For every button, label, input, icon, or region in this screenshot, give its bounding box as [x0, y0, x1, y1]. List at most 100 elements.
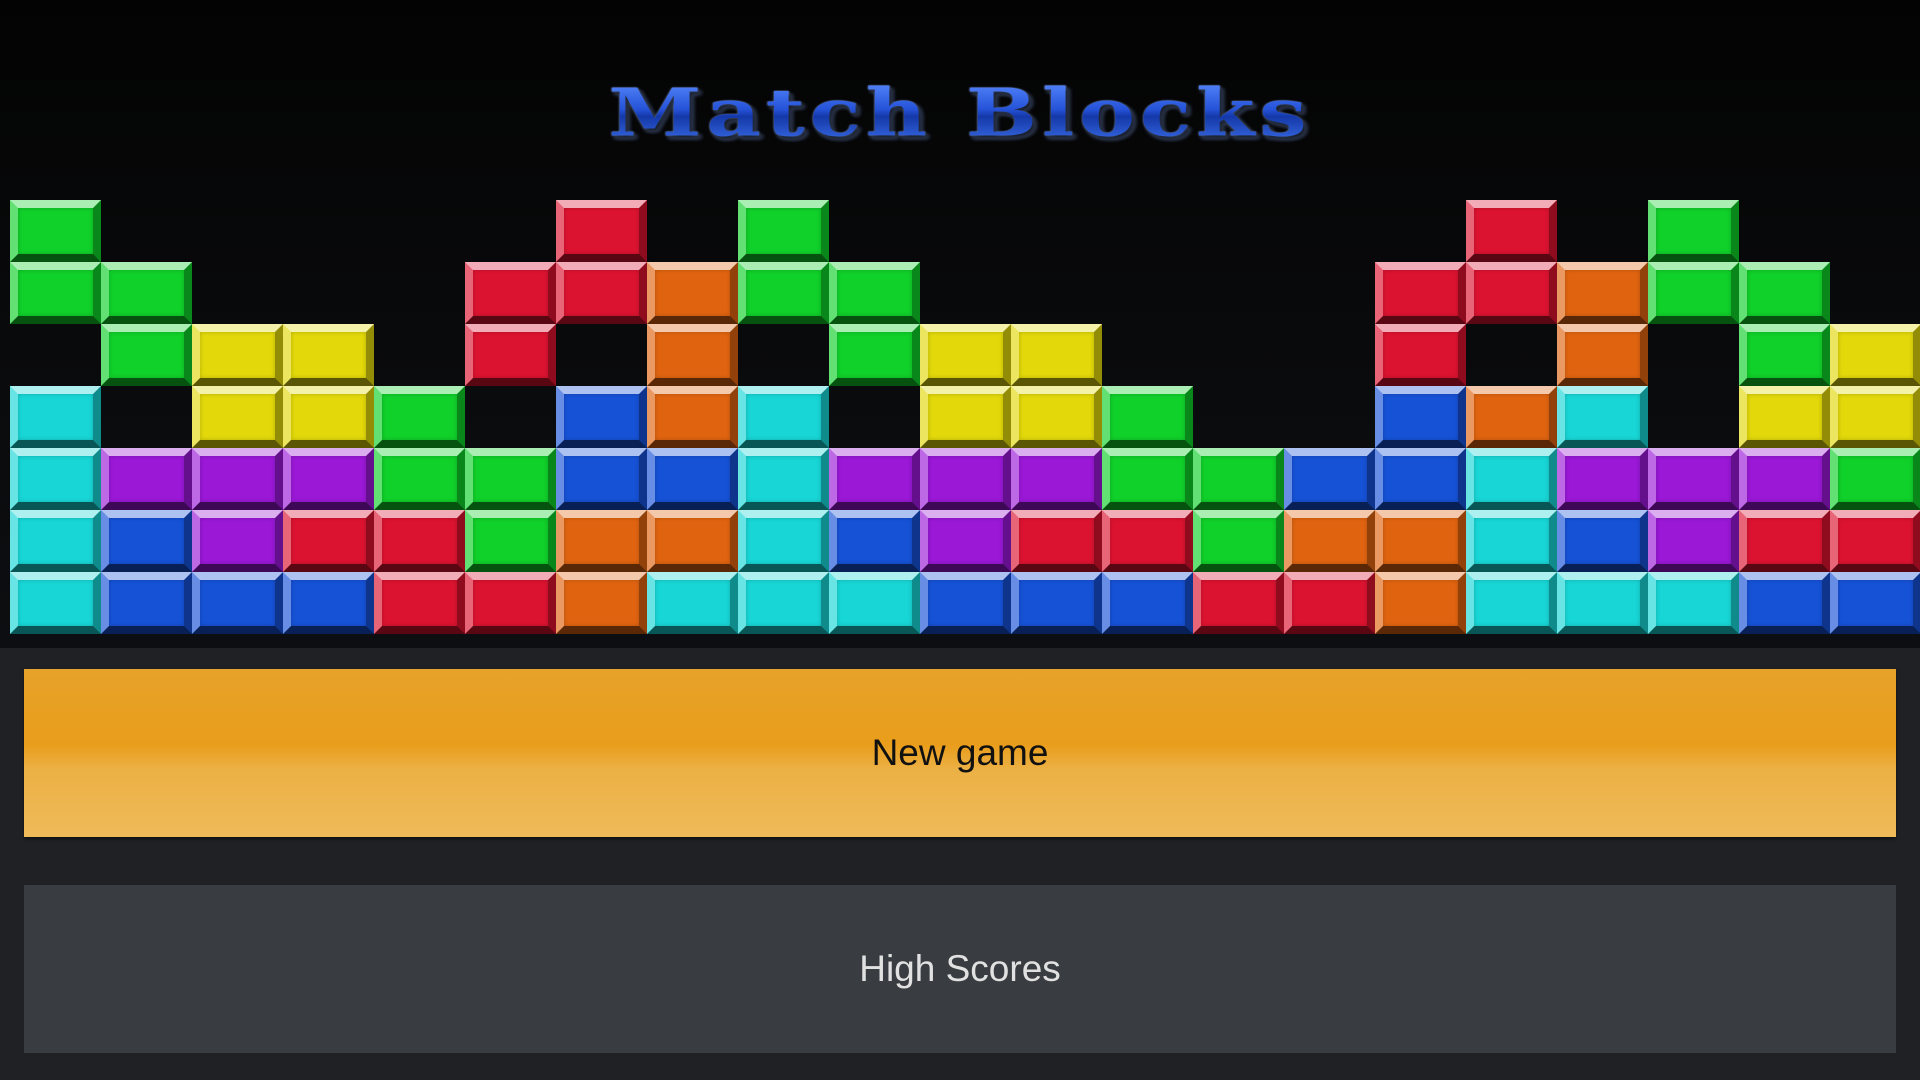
- block-yellow: [1739, 386, 1830, 448]
- block-red: [1466, 200, 1557, 262]
- block-blue: [1830, 572, 1920, 634]
- game-title-logo: Match Blocks: [0, 78, 1920, 148]
- block-orange: [1557, 324, 1648, 386]
- high-scores-button[interactable]: High Scores: [24, 885, 1896, 1053]
- block-blue: [1375, 386, 1466, 448]
- block-purple: [920, 510, 1011, 572]
- block-green: [1739, 262, 1830, 324]
- block-green: [829, 324, 920, 386]
- block-yellow: [920, 386, 1011, 448]
- block-cyan: [10, 448, 101, 510]
- block-red: [556, 262, 647, 324]
- block-purple: [101, 448, 192, 510]
- decorative-block-wall: [10, 200, 1920, 640]
- block-yellow: [283, 324, 374, 386]
- block-orange: [1375, 510, 1466, 572]
- block-cyan: [1557, 386, 1648, 448]
- block-orange: [647, 262, 738, 324]
- block-blue: [556, 448, 647, 510]
- block-blue: [283, 572, 374, 634]
- block-red: [1284, 572, 1375, 634]
- block-green: [738, 262, 829, 324]
- block-yellow: [283, 386, 374, 448]
- block-blue: [101, 510, 192, 572]
- block-green: [101, 324, 192, 386]
- block-yellow: [1830, 324, 1920, 386]
- block-cyan: [1466, 510, 1557, 572]
- block-green: [1830, 448, 1920, 510]
- block-green: [1648, 200, 1739, 262]
- block-orange: [647, 386, 738, 448]
- new-game-label: New game: [871, 732, 1049, 773]
- block-green: [1739, 324, 1830, 386]
- block-green: [374, 386, 465, 448]
- block-yellow: [192, 324, 283, 386]
- block-orange: [1557, 262, 1648, 324]
- block-red: [556, 200, 647, 262]
- block-yellow: [920, 324, 1011, 386]
- block-blue: [556, 386, 647, 448]
- block-red: [1102, 510, 1193, 572]
- block-green: [101, 262, 192, 324]
- block-purple: [1739, 448, 1830, 510]
- block-red: [465, 324, 556, 386]
- block-red: [374, 572, 465, 634]
- block-blue: [1011, 572, 1102, 634]
- block-cyan: [1466, 448, 1557, 510]
- block-cyan: [10, 572, 101, 634]
- block-blue: [1739, 572, 1830, 634]
- block-green: [1102, 386, 1193, 448]
- block-red: [1830, 510, 1920, 572]
- block-purple: [283, 448, 374, 510]
- block-green: [465, 448, 556, 510]
- block-red: [1466, 262, 1557, 324]
- block-red: [465, 262, 556, 324]
- block-cyan: [738, 448, 829, 510]
- block-cyan: [10, 386, 101, 448]
- block-orange: [1375, 572, 1466, 634]
- block-cyan: [1648, 572, 1739, 634]
- block-green: [829, 262, 920, 324]
- block-red: [1011, 510, 1102, 572]
- block-blue: [647, 448, 738, 510]
- high-scores-label: High Scores: [859, 948, 1061, 989]
- block-red: [465, 572, 556, 634]
- block-blue: [1102, 572, 1193, 634]
- block-yellow: [1011, 386, 1102, 448]
- block-orange: [1284, 510, 1375, 572]
- block-red: [1193, 572, 1284, 634]
- new-game-button[interactable]: New game: [24, 669, 1896, 837]
- block-blue: [920, 572, 1011, 634]
- block-red: [283, 510, 374, 572]
- block-green: [1193, 510, 1284, 572]
- block-green: [1102, 448, 1193, 510]
- block-orange: [647, 324, 738, 386]
- block-cyan: [738, 386, 829, 448]
- block-purple: [1648, 510, 1739, 572]
- block-green: [465, 510, 556, 572]
- block-green: [374, 448, 465, 510]
- block-purple: [1557, 448, 1648, 510]
- block-purple: [829, 448, 920, 510]
- block-orange: [647, 510, 738, 572]
- block-cyan: [10, 510, 101, 572]
- block-green: [738, 200, 829, 262]
- block-yellow: [1830, 386, 1920, 448]
- block-orange: [556, 572, 647, 634]
- block-purple: [1011, 448, 1102, 510]
- block-yellow: [192, 386, 283, 448]
- block-cyan: [1557, 572, 1648, 634]
- block-green: [1648, 262, 1739, 324]
- block-blue: [829, 510, 920, 572]
- block-red: [374, 510, 465, 572]
- block-blue: [1375, 448, 1466, 510]
- block-red: [1375, 262, 1466, 324]
- block-blue: [1284, 448, 1375, 510]
- block-red: [1739, 510, 1830, 572]
- app-screen: Match Blocks New game High Scores: [0, 0, 1920, 1080]
- block-cyan: [738, 572, 829, 634]
- block-red: [1375, 324, 1466, 386]
- block-green: [10, 262, 101, 324]
- block-blue: [101, 572, 192, 634]
- block-cyan: [829, 572, 920, 634]
